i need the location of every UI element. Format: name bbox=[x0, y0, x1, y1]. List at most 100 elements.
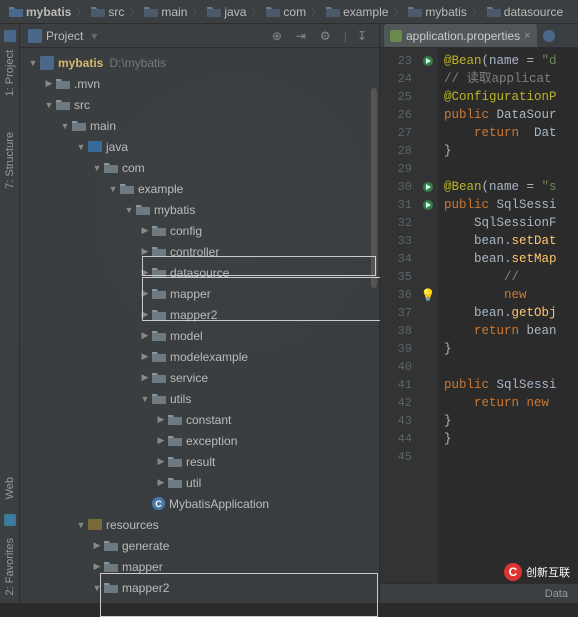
line-number[interactable]: 31 bbox=[380, 196, 412, 214]
chevron-right-icon[interactable]: ▶ bbox=[156, 435, 166, 446]
line-number[interactable]: 26 bbox=[380, 106, 412, 124]
line-number[interactable]: 37 bbox=[380, 304, 412, 322]
code-line[interactable]: // 读取applicat bbox=[444, 70, 578, 88]
tree-node-result[interactable]: ▶result bbox=[20, 451, 379, 472]
line-number[interactable]: 41 bbox=[380, 376, 412, 394]
tree-node-util[interactable]: ▶util bbox=[20, 472, 379, 493]
run-gutter-icon[interactable] bbox=[418, 196, 438, 214]
line-number[interactable]: 30 bbox=[380, 178, 412, 196]
gear-icon[interactable]: ⚙ bbox=[320, 29, 334, 43]
chevron-right-icon[interactable]: ▶ bbox=[140, 351, 150, 362]
chevron-down-icon[interactable]: ▼ bbox=[92, 163, 102, 173]
tree-node-exception[interactable]: ▶exception bbox=[20, 430, 379, 451]
project-toolwindow-icon[interactable] bbox=[4, 30, 16, 42]
breadcrumb-item[interactable]: src bbox=[88, 5, 127, 19]
breadcrumb-item[interactable]: mybatis bbox=[405, 5, 469, 19]
breadcrumb-context[interactable]: Data bbox=[545, 588, 568, 600]
code-line[interactable]: return bean bbox=[444, 322, 578, 340]
line-number[interactable]: 44 bbox=[380, 430, 412, 448]
chevron-right-icon[interactable]: ▶ bbox=[44, 78, 54, 89]
tree-node-.mvn[interactable]: ▶.mvn bbox=[20, 73, 379, 94]
scrollbar[interactable] bbox=[371, 88, 377, 288]
tree-node-src[interactable]: ▼src bbox=[20, 94, 379, 115]
tree-node-main[interactable]: ▼main bbox=[20, 115, 379, 136]
chevron-right-icon[interactable]: ▶ bbox=[140, 267, 150, 278]
run-gutter-icon[interactable] bbox=[418, 52, 438, 70]
line-number[interactable]: 42 bbox=[380, 394, 412, 412]
project-tree[interactable]: ▼mybatisD:\mybatis▶.mvn▼src▼main▼java▼co… bbox=[20, 48, 379, 602]
line-number[interactable]: 28 bbox=[380, 142, 412, 160]
tree-node-mapper[interactable]: ▶mapper bbox=[20, 283, 379, 304]
tree-node-utils[interactable]: ▼utils bbox=[20, 388, 379, 409]
chevron-down-icon[interactable]: ▼ bbox=[76, 142, 86, 152]
breadcrumb-item[interactable]: java bbox=[204, 5, 249, 19]
tree-node-controller[interactable]: ▶controller bbox=[20, 241, 379, 262]
code-line[interactable]: @Bean(name = "s bbox=[444, 178, 578, 196]
project-panel-title[interactable]: Project bbox=[46, 29, 83, 43]
run-gutter-icon[interactable] bbox=[418, 178, 438, 196]
rail-structure[interactable]: 7: Structure bbox=[4, 124, 16, 197]
code-line[interactable]: } bbox=[444, 340, 578, 358]
tree-node-resources[interactable]: ▼resources bbox=[20, 514, 379, 535]
code-line[interactable]: bean.setDat bbox=[444, 232, 578, 250]
code-line[interactable]: public SqlSessi bbox=[444, 196, 578, 214]
chevron-right-icon[interactable]: ▶ bbox=[140, 225, 150, 236]
line-number[interactable]: 45 bbox=[380, 448, 412, 466]
tree-node-mybatis[interactable]: ▼mybatis bbox=[20, 199, 379, 220]
dropdown-icon[interactable]: ▾ bbox=[91, 29, 97, 43]
code-line[interactable]: bean.setMap bbox=[444, 250, 578, 268]
chevron-down-icon[interactable]: ▼ bbox=[108, 184, 118, 194]
chevron-down-icon[interactable]: ▼ bbox=[76, 520, 86, 530]
chevron-down-icon[interactable]: ▼ bbox=[44, 100, 54, 110]
chevron-down-icon[interactable]: ▼ bbox=[140, 394, 150, 404]
code-line[interactable]: // bbox=[444, 268, 578, 286]
code-line[interactable]: } bbox=[444, 412, 578, 430]
line-number[interactable]: 32 bbox=[380, 214, 412, 232]
breadcrumb-item[interactable]: main bbox=[141, 5, 190, 19]
chevron-right-icon[interactable]: ▶ bbox=[140, 309, 150, 320]
breadcrumb-item[interactable]: com bbox=[263, 5, 309, 19]
close-icon[interactable]: × bbox=[524, 30, 530, 42]
code-line[interactable]: } bbox=[444, 430, 578, 448]
code-line[interactable] bbox=[444, 448, 578, 466]
chevron-down-icon[interactable]: ▼ bbox=[60, 121, 70, 131]
chevron-right-icon[interactable]: ▶ bbox=[156, 414, 166, 425]
chevron-down-icon[interactable]: ▼ bbox=[28, 58, 38, 68]
code-line[interactable]: public DataSour bbox=[444, 106, 578, 124]
chevron-down-icon[interactable]: ▼ bbox=[92, 583, 102, 593]
tree-node-mapper2[interactable]: ▶mapper2 bbox=[20, 304, 379, 325]
breadcrumb-item[interactable]: datasource bbox=[484, 5, 566, 19]
chevron-right-icon[interactable]: ▶ bbox=[156, 477, 166, 488]
tree-node-constant[interactable]: ▶constant bbox=[20, 409, 379, 430]
tree-node-generate[interactable]: ▶generate bbox=[20, 535, 379, 556]
tree-node-mapper2[interactable]: ▼mapper2 bbox=[20, 577, 379, 598]
line-number[interactable]: 35 bbox=[380, 268, 412, 286]
line-number[interactable]: 29 bbox=[380, 160, 412, 178]
code-line[interactable]: new bbox=[444, 286, 578, 304]
line-gutter[interactable]: 2324252627282930313233343536373839404142… bbox=[380, 48, 418, 583]
tree-node-modelexample[interactable]: ▶modelexample bbox=[20, 346, 379, 367]
line-number[interactable]: 40 bbox=[380, 358, 412, 376]
bulb-icon[interactable]: 💡 bbox=[418, 286, 438, 304]
breadcrumb-item[interactable]: mybatis bbox=[6, 5, 74, 19]
web-toolwindow-icon[interactable] bbox=[4, 514, 16, 526]
chevron-right-icon[interactable]: ▶ bbox=[156, 456, 166, 467]
line-number[interactable]: 38 bbox=[380, 322, 412, 340]
code-line[interactable]: @Bean(name = "d bbox=[444, 52, 578, 70]
code-line[interactable]: } bbox=[444, 142, 578, 160]
code-area[interactable]: @Bean(name = "d// 读取applicat@Configurati… bbox=[438, 48, 578, 583]
line-number[interactable]: 25 bbox=[380, 88, 412, 106]
chevron-right-icon[interactable]: ▶ bbox=[140, 330, 150, 341]
tab-overflow[interactable] bbox=[539, 24, 559, 47]
chevron-right-icon[interactable]: ▶ bbox=[92, 540, 102, 551]
line-number[interactable]: 39 bbox=[380, 340, 412, 358]
line-number[interactable]: 33 bbox=[380, 232, 412, 250]
chevron-right-icon[interactable]: ▶ bbox=[140, 372, 150, 383]
line-number[interactable]: 43 bbox=[380, 412, 412, 430]
tree-node-java[interactable]: ▼java bbox=[20, 136, 379, 157]
tree-node-model[interactable]: ▶model bbox=[20, 325, 379, 346]
line-number[interactable]: 24 bbox=[380, 70, 412, 88]
code-line[interactable]: SqlSessionF bbox=[444, 214, 578, 232]
code-line[interactable] bbox=[444, 160, 578, 178]
code-line[interactable]: @ConfigurationP bbox=[444, 88, 578, 106]
